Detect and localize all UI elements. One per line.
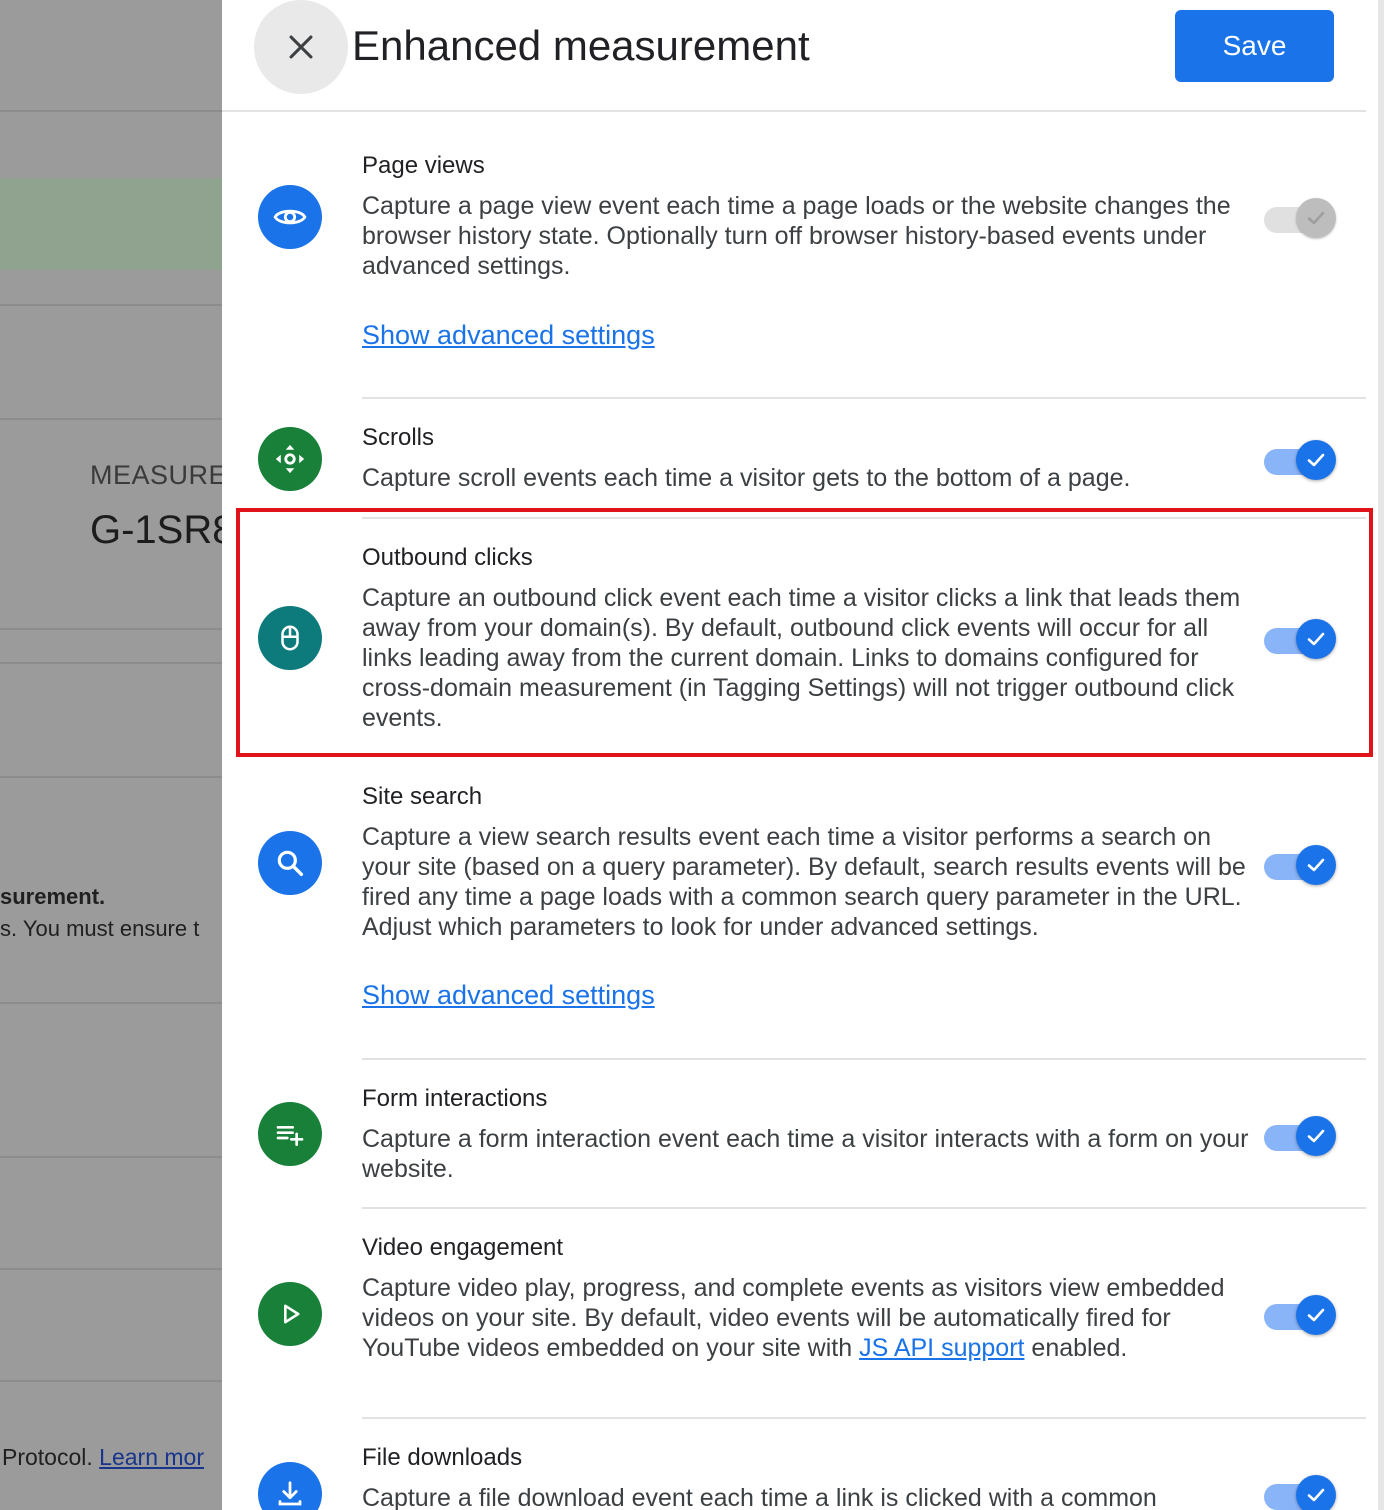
bg-divider	[0, 1268, 222, 1270]
background-page: MEASURE G-1SR8 surement. s. You must ens…	[0, 0, 222, 1510]
bg-divider	[0, 776, 222, 778]
site-search-toggle[interactable]	[1264, 845, 1338, 885]
eye-icon	[273, 209, 307, 225]
toggle-knob	[1296, 1116, 1336, 1156]
video-engagement-icon-badge	[258, 1282, 322, 1346]
check-icon	[1307, 1129, 1325, 1143]
page-views-advanced-link[interactable]: Show advanced settings	[362, 320, 655, 351]
bg-protocol-text: Protocol. Learn mor	[2, 1444, 204, 1470]
scrolls-title: Scrolls	[362, 424, 435, 451]
file-downloads-icon-badge	[258, 1462, 322, 1510]
bg-divider	[0, 1002, 222, 1004]
bg-measurement-id: G-1SR8	[90, 508, 222, 552]
row-divider	[362, 1207, 1366, 1209]
bg-learn-more-link[interactable]: Learn mor	[99, 1444, 204, 1470]
check-icon	[1307, 453, 1325, 467]
page-views-toggle[interactable]	[1264, 198, 1338, 238]
mouse-icon	[281, 625, 299, 651]
save-button[interactable]: Save	[1175, 10, 1334, 82]
video-engagement-title: Video engagement	[362, 1234, 564, 1261]
scroll-icon	[275, 444, 305, 474]
check-icon	[1307, 858, 1325, 872]
panel-header: Enhanced measurement Save	[222, 0, 1366, 112]
bg-divider	[0, 304, 222, 306]
bg-divider	[0, 418, 222, 420]
check-icon	[1307, 1308, 1325, 1322]
toggle-knob	[1296, 440, 1336, 480]
form-interactions-description: Capture a form interaction event each ti…	[362, 1125, 1249, 1183]
bg-measurement-label: MEASURE	[90, 460, 222, 490]
bg-divider	[0, 662, 222, 664]
row-divider	[362, 517, 1366, 519]
video-engagement-toggle[interactable]	[1264, 1295, 1338, 1335]
outbound-clicks-description: Capture an outbound click event each tim…	[362, 584, 1241, 732]
toggle-knob	[1296, 198, 1336, 238]
bg-highlight-row	[0, 178, 222, 270]
bg-text: s. You must ensure t	[0, 916, 200, 941]
scrolls-icon-badge	[258, 427, 322, 491]
enhanced-measurement-panel: Enhanced measurement Save Page views Cap…	[222, 0, 1384, 1510]
form-interactions-icon-badge	[258, 1102, 322, 1166]
bg-divider	[0, 1156, 222, 1158]
scrollbar[interactable]	[1378, 0, 1384, 1510]
scrolls-toggle[interactable]	[1264, 440, 1338, 480]
page-views-title: Page views	[362, 152, 485, 179]
toggle-knob	[1296, 1295, 1336, 1335]
bg-text: surement.	[0, 884, 106, 909]
file-downloads-description: Capture a file download event each time …	[362, 1484, 1157, 1510]
video-engagement-description: Capture video play, progress, and comple…	[362, 1274, 1225, 1362]
outbound-clicks-title: Outbound clicks	[362, 544, 533, 571]
file-downloads-toggle[interactable]	[1264, 1475, 1338, 1510]
toggle-knob	[1296, 619, 1336, 659]
toggle-knob	[1296, 1475, 1336, 1510]
js-api-support-link[interactable]: JS API support	[859, 1334, 1024, 1362]
download-icon	[278, 1481, 302, 1506]
page-views-icon-badge	[258, 185, 322, 249]
row-divider	[362, 397, 1366, 399]
check-icon	[1307, 632, 1325, 646]
search-icon	[277, 850, 304, 877]
file-downloads-title: File downloads	[362, 1444, 523, 1471]
row-divider	[362, 1058, 1366, 1060]
row-divider	[362, 1417, 1366, 1419]
form-interactions-toggle[interactable]	[1264, 1116, 1338, 1156]
site-search-icon-badge	[258, 831, 322, 895]
check-icon	[1307, 211, 1325, 225]
close-icon	[289, 35, 313, 59]
bg-divider	[0, 110, 222, 112]
page-views-description: Capture a page view event each time a pa…	[362, 192, 1231, 280]
site-search-title: Site search	[362, 783, 483, 810]
close-button[interactable]	[254, 0, 348, 94]
bg-divider	[0, 1380, 222, 1382]
form-interactions-title: Form interactions	[362, 1085, 548, 1112]
toggle-knob	[1296, 845, 1336, 885]
check-icon	[1307, 1488, 1325, 1502]
page-title: Enhanced measurement	[352, 22, 810, 69]
play-icon	[284, 1304, 300, 1324]
scrolls-description: Capture scroll events each time a visito…	[362, 464, 1131, 492]
outbound-clicks-icon-badge	[258, 606, 322, 670]
site-search-advanced-link[interactable]: Show advanced settings	[362, 980, 655, 1011]
bg-divider	[0, 628, 222, 630]
outbound-clicks-toggle[interactable]	[1264, 619, 1338, 659]
site-search-description: Capture a view search results event each…	[362, 823, 1246, 941]
playlist-add-icon	[276, 1126, 304, 1146]
